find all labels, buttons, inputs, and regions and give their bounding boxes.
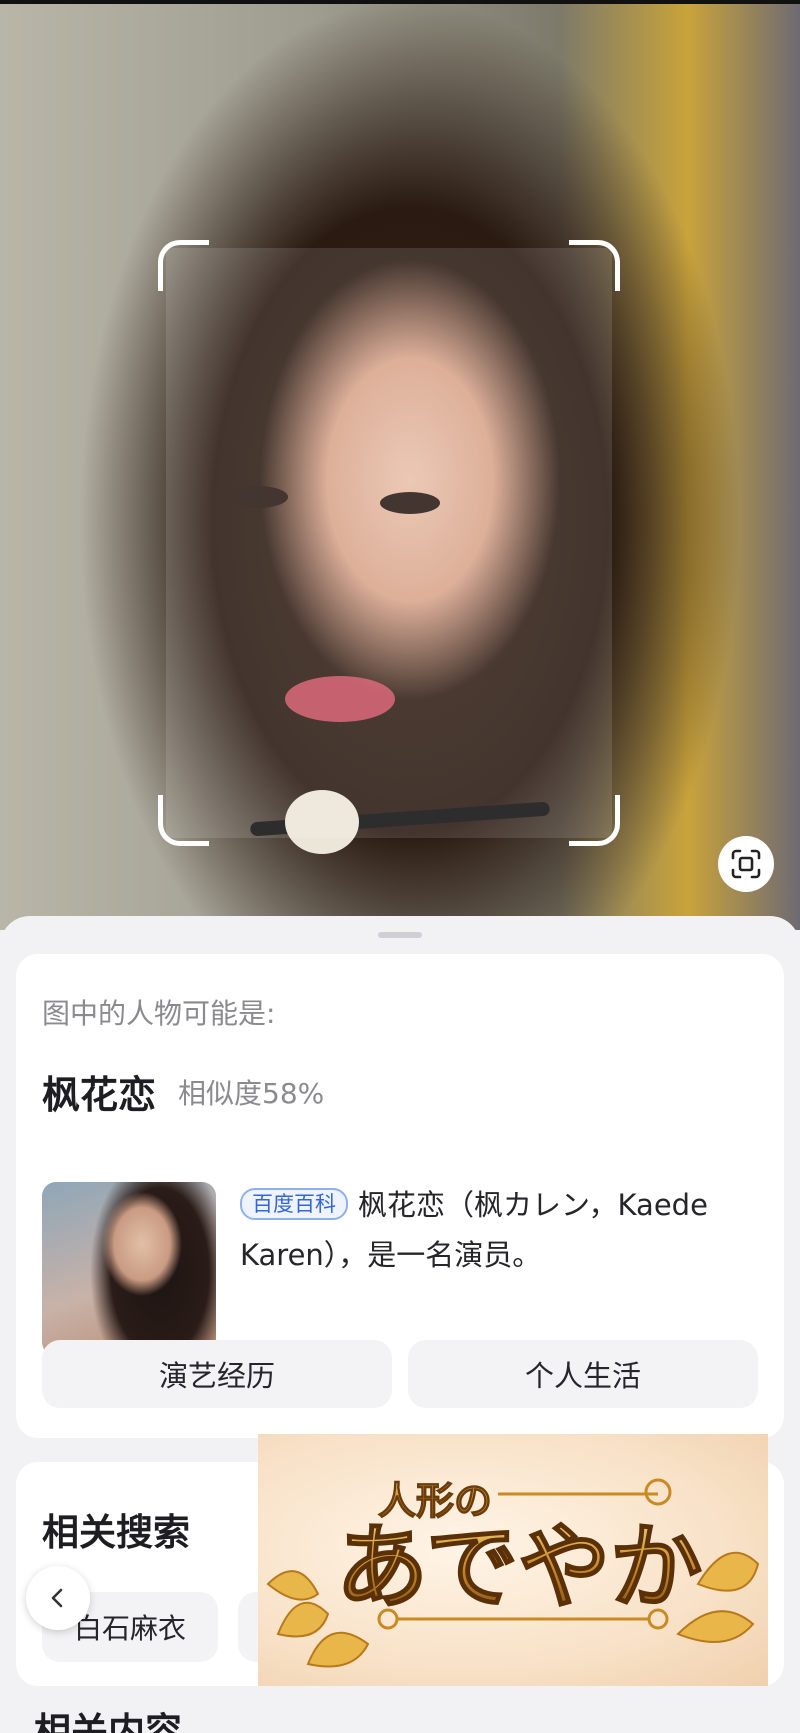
- frame-corner: [158, 795, 209, 846]
- identity-result-card: 图中的人物可能是: 枫花恋 相似度58% 百度百科 枫花恋（枫カレン，Kaede …: [16, 954, 784, 1438]
- ad-banner[interactable]: 人形の あでやか: [258, 1434, 768, 1686]
- photo-preview: [0, 0, 800, 930]
- similarity-score: 相似度58%: [178, 1077, 325, 1110]
- related-search-title: 相关搜索: [42, 1511, 190, 1554]
- person-thumbnail[interactable]: [42, 1182, 216, 1356]
- result-caption: 图中的人物可能是:: [42, 997, 276, 1030]
- face-detection-frame[interactable]: [158, 240, 620, 846]
- frame-corner: [158, 240, 209, 291]
- person-description[interactable]: 百度百科 枫花恋（枫カレン，Kaede Karen），是一名演员。: [240, 1180, 760, 1280]
- face-highlight: [166, 248, 612, 838]
- chip-career[interactable]: 演艺经历: [42, 1340, 392, 1408]
- chip-personal-life[interactable]: 个人生活: [408, 1340, 758, 1408]
- related-content-title: 相关内容: [34, 1710, 182, 1733]
- source-badge: 百度百科: [240, 1188, 348, 1220]
- ad-artwork: 人形の あでやか: [266, 1478, 760, 1668]
- scan-frame-icon: [731, 849, 761, 879]
- back-button[interactable]: [26, 1566, 90, 1630]
- frame-corner: [569, 240, 620, 291]
- sheet-drag-handle[interactable]: [378, 932, 422, 938]
- scan-button[interactable]: [718, 836, 774, 892]
- person-name[interactable]: 枫花恋: [42, 1064, 156, 1119]
- ad-text-main: あでやか: [336, 1514, 702, 1621]
- status-strip: [0, 0, 800, 4]
- frame-corner: [569, 795, 620, 846]
- chevron-left-icon: [51, 1588, 63, 1608]
